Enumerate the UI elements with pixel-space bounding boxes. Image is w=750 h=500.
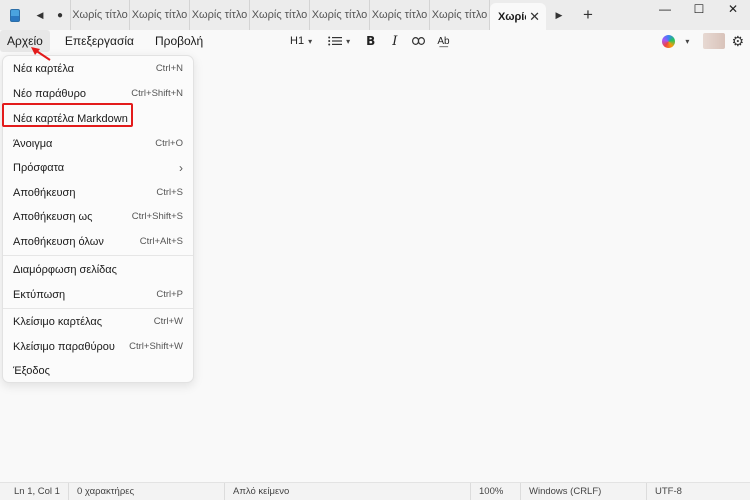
menu-item-label: Πρόσφατα <box>13 161 65 174</box>
menu-item-label: Αποθήκευση όλων <box>13 235 104 248</box>
link-button[interactable] <box>412 30 426 52</box>
avatar[interactable] <box>703 33 726 49</box>
menu-item-label: Κλείσιμο καρτέλας <box>13 315 102 328</box>
menu-item-label: Κλείσιμο παραθύρου <box>13 340 115 353</box>
menu-item-label: Άνοιγμα <box>13 137 53 150</box>
menu-item-save[interactable]: Αποθήκευση Ctrl+S <box>3 180 193 205</box>
menu-item-shortcut: Ctrl+Shift+S <box>131 211 183 222</box>
minimize-button[interactable]: — <box>648 0 682 18</box>
right-toolbar: ▾ ⚙ <box>662 30 744 52</box>
active-tab-label: Χωρίς <box>498 10 526 23</box>
list-dropdown[interactable]: ▾ <box>328 30 350 52</box>
copilot-icon[interactable] <box>662 34 676 48</box>
menu-item-shortcut: Ctrl+W <box>153 316 183 327</box>
menu-item-shortcut: Ctrl+N <box>155 63 183 74</box>
notepad-app-icon <box>0 0 30 30</box>
menu-item-page-setup[interactable]: Διαμόρφωση σελίδας <box>3 257 193 282</box>
bold-button[interactable]: B <box>366 30 375 52</box>
tab[interactable]: Χωρίς τίτλο <box>250 0 310 30</box>
tab[interactable]: Χωρίς τίτλο <box>70 0 130 30</box>
heading-label: H1 <box>290 35 305 47</box>
menu-divider <box>3 255 193 256</box>
menu-item-recent[interactable]: Πρόσφατα › <box>3 155 193 180</box>
menu-item-open[interactable]: Άνοιγμα Ctrl+O <box>3 131 193 156</box>
heading-dropdown[interactable]: H1 ▾ <box>290 30 312 52</box>
spellcheck-icon: A͟b <box>437 35 450 47</box>
active-tab[interactable]: Χωρίς ✕ <box>490 3 546 30</box>
menu-item-print[interactable]: Εκτύπωση Ctrl+P <box>3 282 193 307</box>
menu-item-shortcut: Ctrl+Shift+W <box>129 341 183 352</box>
menu-item-close-tab[interactable]: Κλείσιμο καρτέλας Ctrl+W <box>3 309 193 334</box>
settings-icon[interactable]: ⚙ <box>731 33 744 50</box>
tab[interactable]: Χωρίς τίτλο <box>370 0 430 30</box>
menu-item-label: Έξοδος <box>13 364 50 377</box>
format-toolbar: H1 ▾ ▾ B I A͟b <box>290 30 450 52</box>
menu-item-label: Νέα καρτέλα <box>13 62 75 75</box>
menu-item-shortcut: Ctrl+P <box>156 289 183 300</box>
menu-item-label: Αποθήκευση <box>13 186 76 199</box>
close-tab-icon[interactable]: ✕ <box>529 9 540 25</box>
highlight-box <box>2 103 133 127</box>
menu-item-exit[interactable]: Έξοδος <box>3 358 193 383</box>
menu-item-label: Εκτύπωση <box>13 288 66 301</box>
menu-item-save-all[interactable]: Αποθήκευση όλων Ctrl+Alt+S <box>3 229 193 254</box>
window-controls: — ☐ ✕ <box>648 0 750 18</box>
close-window-button[interactable]: ✕ <box>716 0 750 18</box>
add-tab-button[interactable]: + <box>572 0 604 30</box>
title-bar: ◀ ● Χωρίς τίτλο Χωρίς τίτλο Χωρίς τίτλο … <box>0 0 750 30</box>
spellcheck-button[interactable]: A͟b <box>437 30 449 52</box>
tab[interactable]: Χωρίς τίτλο <box>310 0 370 30</box>
text-format[interactable]: Απλό κείμενο <box>224 483 289 500</box>
link-icon <box>412 37 426 45</box>
view-menu[interactable]: Προβολή <box>148 30 210 52</box>
menu-item-shortcut: Ctrl+Shift+N <box>131 88 183 99</box>
menu-item-shortcut: Ctrl+O <box>155 138 183 149</box>
encoding[interactable]: UTF-8 <box>646 483 682 500</box>
chevron-down-icon: ▾ <box>346 36 351 46</box>
zoom-level[interactable]: 100% <box>470 483 503 500</box>
status-bar: Ln 1, Col 1 0 χαρακτήρες Απλό κείμενο 10… <box>0 482 750 500</box>
chevron-down-icon[interactable]: ▾ <box>685 37 689 46</box>
list-icon <box>328 36 343 46</box>
menu-item-label: Διαμόρφωση σελίδας <box>13 263 117 276</box>
chevron-right-icon: › <box>179 160 183 175</box>
menu-item-label: Νέο παράθυρο <box>13 87 86 100</box>
menu-item-close-window[interactable]: Κλείσιμο παραθύρου Ctrl+Shift+W <box>3 334 193 359</box>
annotation-arrow-icon <box>31 47 51 61</box>
unsaved-dot-icon: ● <box>56 9 64 21</box>
cursor-position: Ln 1, Col 1 <box>14 486 60 497</box>
menu-bar: Αρχείο Επεξεργασία Προβολή H1 ▾ ▾ B I A͟… <box>0 30 750 52</box>
italic-button[interactable]: I <box>392 30 397 52</box>
line-ending[interactable]: Windows (CRLF) <box>520 483 601 500</box>
character-count: 0 χαρακτήρες <box>68 483 134 500</box>
menu-item-shortcut: Ctrl+Alt+S <box>139 236 183 247</box>
maximize-button[interactable]: ☐ <box>682 0 716 18</box>
tab[interactable]: Χωρίς τίτλο <box>430 0 490 30</box>
menu-item-shortcut: Ctrl+S <box>156 187 183 198</box>
tab[interactable]: Χωρίς τίτλο <box>190 0 250 30</box>
scroll-tabs-right-button[interactable]: ▶ <box>546 0 572 30</box>
chevron-down-icon: ▾ <box>308 36 313 46</box>
edit-menu[interactable]: Επεξεργασία <box>58 30 141 52</box>
tab[interactable]: Χωρίς τίτλο <box>130 0 190 30</box>
scroll-tabs-left-button[interactable]: ◀ <box>30 0 50 30</box>
menu-item-label: Αποθήκευση ως <box>13 210 93 223</box>
menu-item-save-as[interactable]: Αποθήκευση ως Ctrl+Shift+S <box>3 204 193 229</box>
